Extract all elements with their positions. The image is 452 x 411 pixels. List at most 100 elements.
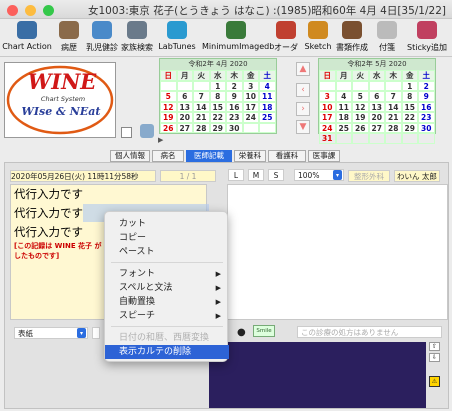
calendar-day[interactable]: 6 [368, 91, 385, 102]
calendar-day[interactable]: 26 [160, 122, 177, 133]
calendar-day[interactable]: 16 [418, 101, 435, 112]
close-window-button[interactable] [7, 5, 18, 16]
calendar-day[interactable]: 1 [209, 80, 226, 91]
calendar-day[interactable]: 8 [401, 91, 418, 102]
calendar-day[interactable]: 22 [401, 112, 418, 123]
calendar-day[interactable]: 18 [259, 101, 276, 112]
toolbar-button[interactable]: Chart Action [2, 21, 52, 55]
calendar-day[interactable]: 7 [193, 91, 210, 102]
menu-item[interactable]: ペースト [105, 245, 229, 259]
calendar-day[interactable]: 13 [368, 101, 385, 112]
calendar-day[interactable]: 25 [259, 112, 276, 123]
calendar-day[interactable]: 24 [319, 122, 336, 133]
calendar-day[interactable]: 28 [385, 122, 402, 133]
calendar-day[interactable]: 19 [160, 112, 177, 123]
menu-item[interactable]: 自動置換 ▶ [105, 295, 229, 309]
calendar-day[interactable]: 17 [319, 112, 336, 123]
tab-item[interactable]: 医事課 [308, 150, 340, 162]
calendar-day[interactable]: 14 [385, 101, 402, 112]
calendar-day[interactable]: 2 [226, 80, 243, 91]
arrow-up-icon[interactable]: ⇧ [429, 342, 440, 351]
toolbar-button[interactable]: 書類作成 [333, 21, 371, 55]
patient-icon[interactable]: ● [237, 327, 246, 338]
warning-icon[interactable]: ⚠ [429, 376, 440, 387]
toolbar-button[interactable]: 付箋 [374, 21, 400, 55]
calendar-day[interactable]: 4 [335, 91, 352, 102]
calendar-day[interactable]: 9 [226, 91, 243, 102]
menu-item[interactable]: コピー [105, 231, 229, 245]
toolbar-button[interactable]: MinimumImagedb [202, 21, 274, 55]
menu-item[interactable]: フォント ▶ [105, 267, 229, 281]
toolbar-button[interactable]: オーダ [273, 21, 299, 55]
scroll-toggle[interactable] [92, 327, 100, 339]
size-s-button[interactable]: S [268, 169, 284, 181]
calendar-day[interactable]: 1 [401, 80, 418, 91]
calendar-day[interactable]: 25 [335, 122, 352, 133]
calendar-day[interactable]: 20 [176, 112, 193, 123]
calendar-day[interactable]: 29 [401, 122, 418, 133]
calendar-day[interactable]: 10 [242, 91, 259, 102]
calendar-day[interactable]: 13 [176, 101, 193, 112]
calendar-day[interactable]: 27 [368, 122, 385, 133]
calendar-day[interactable]: 28 [193, 122, 210, 133]
calendar-day[interactable]: 20 [368, 112, 385, 123]
calendar-day[interactable]: 19 [352, 112, 369, 123]
minimize-window-button[interactable] [25, 5, 36, 16]
calendar-day[interactable]: 27 [176, 122, 193, 133]
chart-select[interactable]: 表紙 ▾ [14, 327, 88, 339]
calendar-day[interactable]: 5 [352, 91, 369, 102]
calendar-day[interactable]: 23 [226, 112, 243, 123]
arrow-down-icon[interactable]: ⇩ [429, 353, 440, 362]
size-l-button[interactable]: L [228, 169, 244, 181]
calendar-day[interactable]: 3 [319, 91, 336, 102]
calendar-day[interactable]: 9 [418, 91, 435, 102]
toolbar-button[interactable]: Sticky追加 [405, 21, 449, 55]
play-icon[interactable]: ▶ [158, 136, 163, 144]
calendar-may[interactable]: 令和2年 5月 2020 日月火水木金土 1 2 3 4 5 6 7 8 9 10 11 12 13 14 15… [318, 58, 436, 144]
calendar-day[interactable]: 26 [352, 122, 369, 133]
calendar-day[interactable]: 18 [335, 112, 352, 123]
menu-item[interactable]: カット [105, 217, 229, 231]
tab-item[interactable]: 個人情報 [110, 150, 150, 162]
menu-item[interactable]: スピーチ ▶ [105, 309, 229, 323]
calendar-next-button[interactable]: › [296, 102, 310, 116]
calendar-day[interactable]: 5 [160, 91, 177, 102]
calendar-day[interactable]: 4 [259, 80, 276, 91]
calendar-day[interactable]: 6 [176, 91, 193, 102]
tab-item[interactable]: 看護科 [268, 150, 306, 162]
calendar-day[interactable]: 17 [242, 101, 259, 112]
toolbar-button[interactable]: Sketch [303, 21, 333, 55]
calendar-day[interactable]: 8 [209, 91, 226, 102]
calendar-day[interactable]: 14 [193, 101, 210, 112]
prescription-field[interactable]: この診療の処方はありません [297, 326, 442, 338]
toolbar-button[interactable]: LabTunes [156, 21, 198, 55]
calendar-day[interactable]: 12 [352, 101, 369, 112]
department-field[interactable]: 整形外科 [348, 170, 390, 182]
tab-item[interactable]: 医師記載 [186, 150, 232, 162]
users-icon[interactable] [140, 124, 154, 138]
calendar-day[interactable]: 10 [319, 101, 336, 112]
calendar-day[interactable]: 11 [335, 101, 352, 112]
size-m-button[interactable]: M [248, 169, 264, 181]
calendar-day[interactable]: 12 [160, 101, 177, 112]
calendar-down-button[interactable]: ▼ [296, 120, 310, 134]
calendar-day[interactable]: 16 [226, 101, 243, 112]
calendar-day[interactable]: 23 [418, 112, 435, 123]
toolbar-button[interactable]: 乳児健診 [86, 21, 118, 55]
calendar-day[interactable]: 21 [193, 112, 210, 123]
zoom-window-button[interactable] [43, 5, 54, 16]
menu-item[interactable]: スペルと文法 ▶ [105, 281, 229, 295]
calendar-day[interactable]: 15 [401, 101, 418, 112]
prescription-area[interactable] [209, 342, 426, 408]
toolbar-button[interactable]: 病歴 [56, 21, 82, 55]
calendar-day[interactable]: 15 [209, 101, 226, 112]
calendar-day[interactable]: 11 [259, 91, 276, 102]
notes-icon[interactable] [121, 127, 132, 138]
toolbar-button[interactable]: 家族検索 [120, 21, 154, 55]
calendar-april[interactable]: 令和2年 4月 2020 日月火水木金土 1 2 3 4 5 6 7 8 9 10 11 12 13 14 15… [159, 58, 277, 134]
calendar-prev-button[interactable]: ‹ [296, 83, 310, 97]
calendar-day[interactable]: 29 [209, 122, 226, 133]
calendar-day[interactable]: 30 [226, 122, 243, 133]
calendar-day[interactable]: 24 [242, 112, 259, 123]
calendar-day[interactable]: 30 [418, 122, 435, 133]
